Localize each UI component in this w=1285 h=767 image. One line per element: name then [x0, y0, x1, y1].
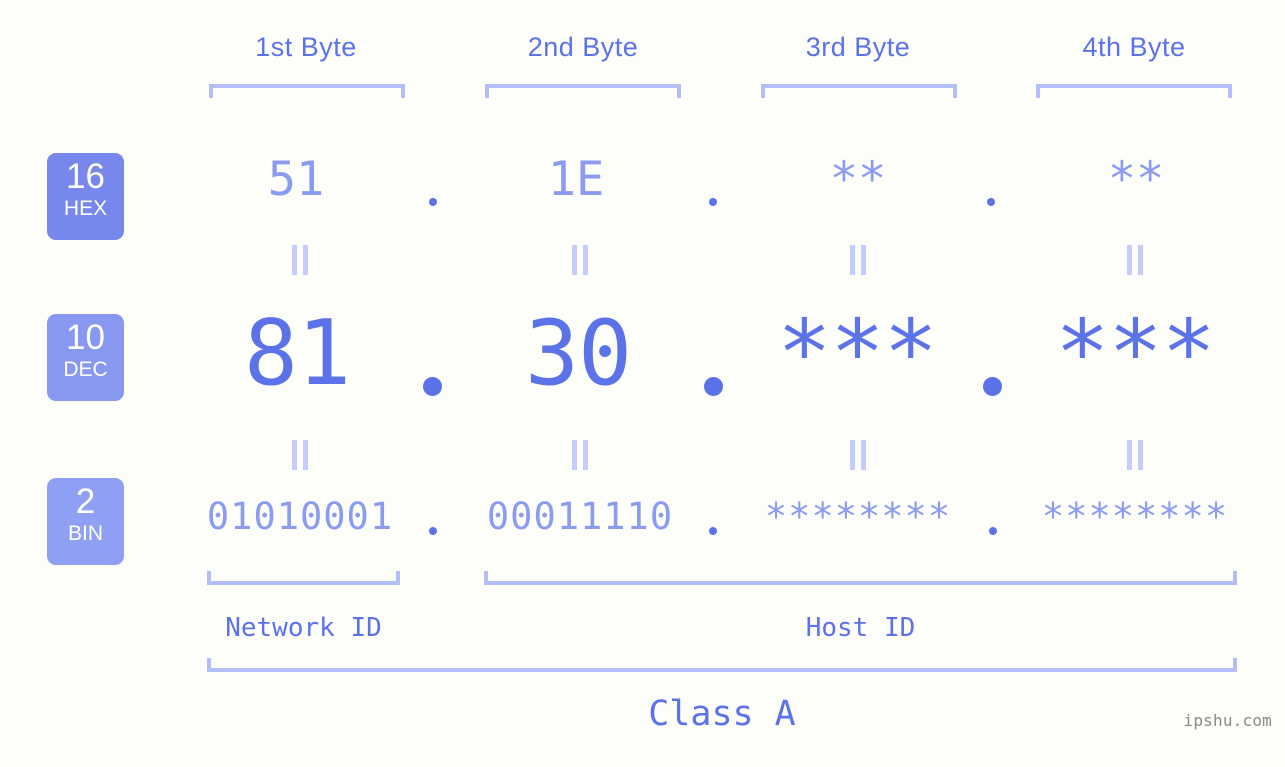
byte-header-2: 2nd Byte — [527, 32, 639, 62]
dec-separator-dot-2 — [704, 377, 723, 396]
hex-byte-1: 51 — [267, 152, 325, 207]
equality-mark-hex-dec-4 — [1124, 245, 1146, 275]
base-badge-bin: 2 BIN — [47, 478, 124, 565]
equality-mark-hex-dec-1 — [289, 245, 311, 275]
byte-bracket-2 — [485, 84, 681, 98]
class-label: Class A — [648, 694, 796, 734]
dec-separator-dot-1 — [423, 377, 442, 396]
dec-byte-3: *** — [777, 301, 938, 406]
base-badge-dec-name: DEC — [63, 358, 108, 381]
ip-address-breakdown-diagram: 1st Byte 2nd Byte 3rd Byte 4th Byte 16 H… — [0, 0, 1285, 767]
host-id-label: Host ID — [805, 613, 916, 643]
host-id-bracket — [484, 571, 1237, 585]
base-badge-hex: 16 HEX — [47, 153, 124, 240]
class-bracket — [207, 658, 1237, 672]
bin-separator-dot-1 — [429, 527, 437, 535]
equality-mark-dec-bin-1 — [289, 440, 311, 470]
hex-separator-dot-3 — [987, 198, 995, 206]
equality-mark-hex-dec-3 — [847, 245, 869, 275]
byte-bracket-3 — [761, 84, 957, 98]
byte-bracket-1 — [209, 84, 405, 98]
equality-mark-dec-bin-2 — [569, 440, 591, 470]
bin-separator-dot-2 — [709, 527, 717, 535]
base-badge-dec-number: 10 — [66, 318, 105, 357]
network-id-bracket — [207, 571, 400, 585]
equality-mark-dec-bin-4 — [1124, 440, 1146, 470]
equality-mark-hex-dec-2 — [569, 245, 591, 275]
hex-byte-4: ** — [1107, 152, 1165, 207]
base-badge-hex-number: 16 — [66, 157, 105, 196]
hex-separator-dot-1 — [429, 198, 437, 206]
byte-header-1: 1st Byte — [255, 32, 357, 62]
watermark: ipshu.com — [1183, 711, 1272, 730]
network-id-label: Network ID — [225, 613, 382, 643]
byte-header-3: 3rd Byte — [805, 32, 911, 62]
hex-byte-3: ** — [829, 152, 887, 207]
dec-byte-4: *** — [1055, 301, 1216, 406]
base-badge-bin-name: BIN — [67, 522, 103, 545]
base-badge-bin-number: 2 — [75, 482, 96, 521]
dec-byte-2: 30 — [524, 301, 632, 406]
bin-byte-3: ******** — [764, 495, 952, 538]
byte-header-4: 4th Byte — [1082, 32, 1186, 62]
bin-separator-dot-3 — [989, 527, 997, 535]
hex-byte-2: 1E — [547, 152, 605, 207]
hex-separator-dot-2 — [709, 198, 717, 206]
byte-bracket-4 — [1036, 84, 1232, 98]
dec-separator-dot-3 — [983, 377, 1002, 396]
base-badge-dec: 10 DEC — [47, 314, 124, 401]
dec-byte-1: 81 — [243, 301, 351, 406]
equality-mark-dec-bin-3 — [847, 440, 869, 470]
bin-byte-2: 00011110 — [486, 495, 674, 538]
bin-byte-1: 01010001 — [206, 495, 394, 538]
base-badge-hex-name: HEX — [63, 197, 108, 220]
bin-byte-4: ******** — [1041, 495, 1229, 538]
